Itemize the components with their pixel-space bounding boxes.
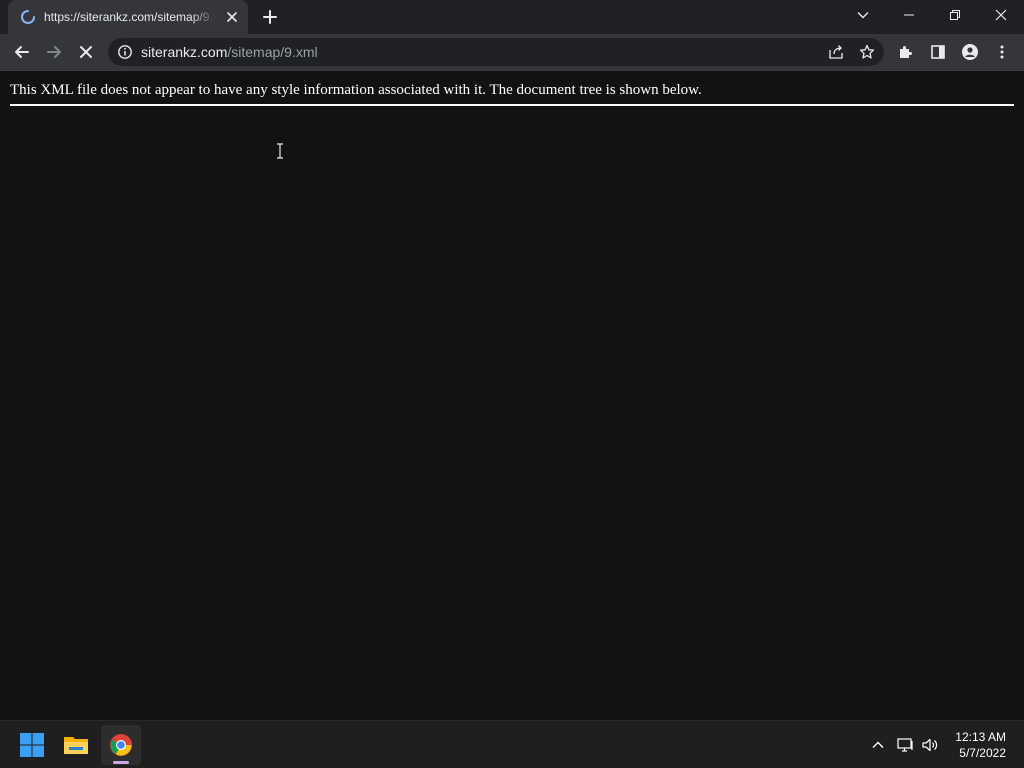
tab-title: https://siterankz.com/sitemap/9.xml — [44, 10, 216, 24]
arrow-right-icon — [47, 46, 61, 58]
clock-time: 12:13 AM — [955, 730, 1006, 744]
url-host: siterankz.com — [141, 44, 228, 60]
chevron-up-icon — [872, 741, 884, 748]
restore-button[interactable] — [932, 0, 978, 30]
tab-search-button[interactable] — [840, 0, 886, 30]
volume-button[interactable] — [920, 735, 940, 755]
windows-logo-icon — [20, 733, 44, 757]
share-icon[interactable] — [828, 44, 844, 60]
profile-button[interactable] — [954, 36, 986, 68]
close-icon — [995, 9, 1007, 21]
star-icon[interactable] — [859, 44, 875, 60]
tab-close-icon[interactable] — [224, 9, 240, 25]
browser-tab[interactable]: https://siterankz.com/sitemap/9.xml — [8, 0, 248, 34]
browser-tab-strip: https://siterankz.com/sitemap/9.xml — [0, 0, 1024, 34]
restore-icon — [950, 10, 960, 20]
page-content: This XML file does not appear to have an… — [0, 71, 1024, 720]
speaker-icon — [922, 738, 938, 752]
forward-button[interactable] — [38, 36, 70, 68]
side-panel-icon — [931, 45, 945, 59]
extensions-button[interactable] — [890, 36, 922, 68]
back-button[interactable] — [6, 36, 38, 68]
network-button[interactable] — [896, 735, 916, 755]
show-hidden-icons-button[interactable] — [868, 735, 888, 755]
start-button[interactable] — [12, 725, 52, 765]
kebab-menu-icon — [1000, 45, 1004, 59]
loading-spinner-icon — [21, 10, 35, 24]
address-url[interactable]: siterankz.com/sitemap/9.xml — [141, 44, 318, 60]
text-cursor-icon — [277, 143, 283, 159]
chevron-down-icon — [857, 12, 869, 19]
xml-style-notice: This XML file does not appear to have an… — [10, 82, 702, 98]
notice-rule — [10, 104, 1014, 106]
browser-menu-button[interactable] — [986, 36, 1018, 68]
url-path: /sitemap/9.xml — [227, 44, 318, 60]
network-icon — [897, 738, 913, 752]
close-icon — [80, 46, 92, 58]
minimize-icon — [904, 14, 914, 16]
folder-icon — [64, 737, 88, 754]
side-panel-button[interactable] — [922, 36, 954, 68]
file-explorer-button[interactable] — [56, 725, 96, 765]
minimize-button[interactable] — [886, 0, 932, 30]
info-icon[interactable] — [117, 44, 133, 60]
browser-toolbar: siterankz.com/sitemap/9.xml — [0, 34, 1024, 70]
running-indicator — [113, 761, 129, 764]
chrome-taskbar-button[interactable] — [101, 725, 141, 765]
person-icon — [962, 44, 978, 60]
windows-taskbar: 12:13 AM 5/7/2022 — [0, 720, 1024, 768]
taskbar-clock[interactable]: 12:13 AM 5/7/2022 — [955, 729, 1006, 761]
chrome-icon — [110, 734, 132, 756]
clock-date: 5/7/2022 — [959, 746, 1006, 760]
stop-loading-button[interactable] — [70, 36, 102, 68]
new-tab-plus-icon[interactable] — [260, 7, 280, 27]
arrow-left-icon — [15, 46, 29, 58]
window-close-button[interactable] — [978, 0, 1024, 30]
puzzle-icon — [900, 46, 912, 58]
address-bar[interactable]: siterankz.com/sitemap/9.xml — [108, 38, 884, 66]
